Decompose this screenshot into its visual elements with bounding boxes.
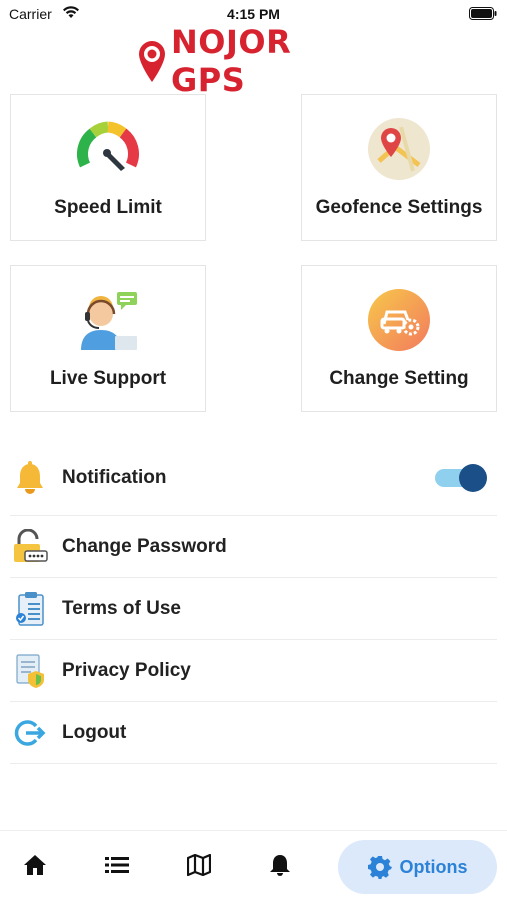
terms-of-use-row[interactable]: Terms of Use	[10, 578, 497, 640]
geofence-settings-tile[interactable]: Geofence Settings	[301, 94, 497, 241]
row-label: Privacy Policy	[62, 659, 191, 681]
bell-icon	[270, 855, 290, 876]
tile-label: Live Support	[49, 368, 167, 389]
nav-options-button[interactable]: Options	[338, 840, 497, 894]
clipboard-icon	[10, 589, 50, 629]
map-icon	[187, 854, 211, 876]
privacy-policy-row[interactable]: Privacy Policy	[10, 640, 497, 702]
nav-home-button[interactable]	[13, 843, 57, 887]
row-label: Terms of Use	[62, 597, 181, 619]
live-support-tile[interactable]: Live Support	[10, 265, 206, 412]
nav-notifications-button[interactable]	[258, 843, 302, 887]
bottom-nav: Options	[0, 830, 507, 900]
speedometer-icon	[77, 121, 139, 171]
brand-name: NOJOR GPS	[170, 23, 292, 99]
gear-icon	[367, 856, 392, 879]
options-label: Options	[399, 856, 468, 877]
row-label: Change Password	[62, 535, 227, 557]
tile-label: Geofence Settings	[315, 197, 483, 218]
logout-row[interactable]: Logout	[10, 702, 497, 764]
list-icon	[105, 857, 129, 873]
location-pin-icon	[138, 41, 165, 82]
status-time: 4:15 PM	[227, 6, 280, 22]
nav-list-button[interactable]	[95, 843, 139, 887]
toggle-knob	[459, 464, 487, 492]
bell-icon	[10, 458, 50, 498]
change-password-row[interactable]: Change Password	[10, 516, 497, 578]
settings-list: Notification Change Password Terms of Us…	[10, 440, 497, 764]
battery-icon	[469, 7, 497, 20]
change-setting-tile[interactable]: Change Setting	[301, 265, 497, 412]
brand-logo: NOJOR GPS	[137, 23, 377, 99]
logout-icon	[10, 713, 50, 753]
row-label: Logout	[62, 721, 127, 743]
notification-row: Notification	[10, 440, 497, 516]
notification-toggle[interactable]	[435, 464, 487, 492]
row-label: Notification	[62, 466, 167, 488]
shield-document-icon	[10, 651, 50, 691]
nav-map-button[interactable]	[177, 843, 221, 887]
map-pin-icon	[368, 118, 430, 180]
tile-label: Speed Limit	[54, 197, 162, 218]
speed-limit-tile[interactable]: Speed Limit	[10, 94, 206, 241]
car-settings-icon	[368, 289, 430, 351]
lock-icon	[10, 527, 50, 567]
home-icon	[24, 855, 46, 875]
tile-label: Change Setting	[329, 368, 469, 389]
support-agent-icon	[81, 292, 137, 350]
